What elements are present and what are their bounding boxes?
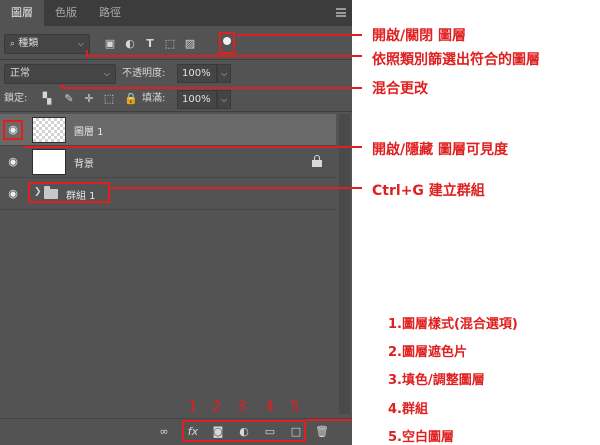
- annotation-filter-by-kind: 依照類別篩選出符合的圖層: [372, 52, 540, 68]
- legend-item-4: 4.群組: [388, 402, 428, 417]
- annotation-blend-change: 混合更改: [372, 81, 428, 97]
- legend-item-3: 3.填色/調整圖層: [388, 373, 485, 388]
- annotation-toggle-filter: 開啟/關閉 圖層: [372, 28, 466, 44]
- legend-item-5: 5.空白圖層: [388, 430, 454, 445]
- annotation-group: Ctrl+G 建立群組: [372, 183, 485, 199]
- annotation-visibility: 開啟/隱藏 圖層可見度: [372, 142, 508, 158]
- legend-item-2: 2.圖層遮色片: [388, 345, 467, 360]
- legend-item-1: 1.圖層樣式(混合選項): [388, 317, 518, 332]
